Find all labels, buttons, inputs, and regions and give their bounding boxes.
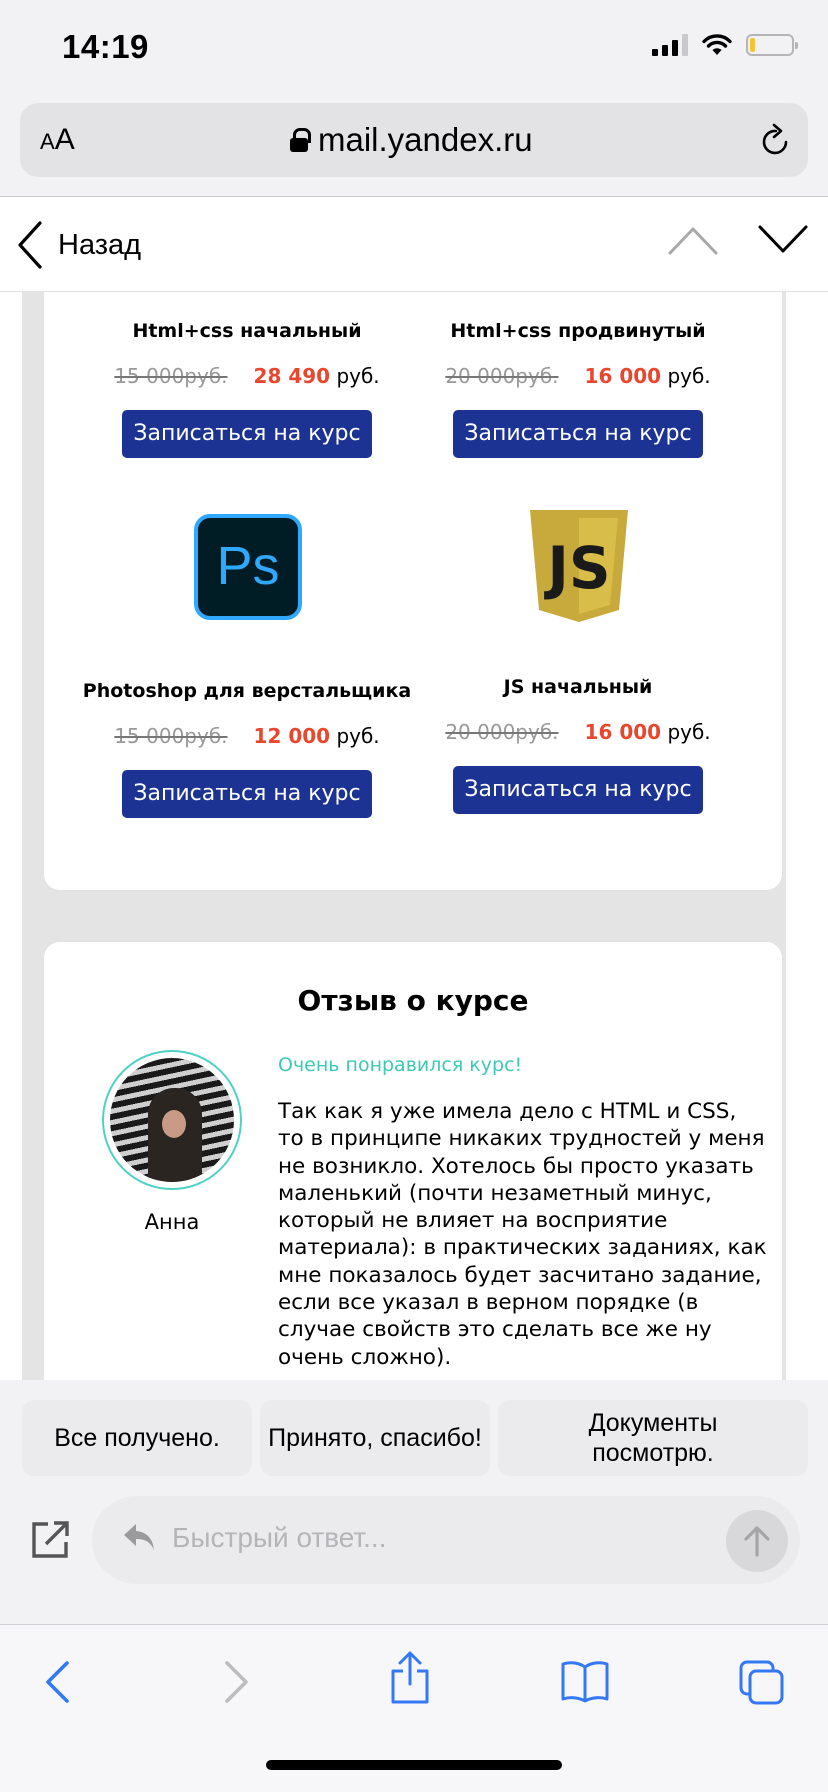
- avatar: [102, 1050, 242, 1190]
- chevron-left-icon: [18, 221, 42, 269]
- review-card: Отзыв о курсе Анна Очень понравился курс…: [44, 942, 782, 1380]
- courses-card: Html+css начальный 15 000руб. 28 490 руб…: [44, 292, 782, 890]
- currency: руб.: [336, 724, 380, 748]
- course-item: JS начальный 20 000руб. 16 000 руб. Запи…: [413, 676, 743, 814]
- url-text: mail.yandex.ru: [318, 121, 533, 158]
- price-row: 15 000руб. 12 000 руб.: [82, 724, 412, 748]
- review-headline: Очень понравился курс!: [278, 1054, 523, 1076]
- browser-back-icon[interactable]: [42, 1659, 72, 1705]
- compose-row: Быстрый ответ...: [0, 1496, 828, 1586]
- bookmarks-icon[interactable]: [560, 1659, 610, 1703]
- course-title: Html+css начальный: [132, 320, 362, 342]
- browser-forward-icon[interactable]: [222, 1659, 252, 1705]
- reply-arrow-icon: [124, 1524, 154, 1550]
- tabs-icon[interactable]: [738, 1659, 786, 1707]
- mail-navigation-bar: Назад: [0, 196, 828, 292]
- photoshop-icon: Ps: [194, 514, 302, 620]
- previous-message-chevron-up-icon[interactable]: [668, 225, 718, 255]
- lock-icon: [290, 128, 311, 152]
- quick-reply-button[interactable]: Документы посмотрю.: [498, 1400, 808, 1476]
- course-item: Html+css продвинутый 20 000руб. 16 000 р…: [413, 320, 743, 458]
- cellular-signal-icon: [652, 34, 688, 56]
- quick-reply-button[interactable]: Принято, спасибо!: [260, 1400, 490, 1476]
- currency: руб.: [336, 364, 380, 388]
- address-bar[interactable]: AA mail.yandex.ru: [20, 103, 808, 177]
- course-item: Photoshop для верстальщика 15 000руб. 12…: [82, 680, 412, 818]
- next-message-chevron-down-icon[interactable]: [758, 225, 808, 255]
- status-icons: [652, 34, 798, 56]
- price-row: 20 000руб. 16 000 руб.: [413, 720, 743, 744]
- reload-icon[interactable]: [760, 123, 792, 157]
- price-row: 20 000руб. 16 000 руб.: [413, 364, 743, 388]
- currency: руб.: [667, 720, 711, 744]
- compose-icon[interactable]: [30, 1520, 70, 1560]
- reviewer-name: Анна: [144, 1210, 200, 1234]
- quick-reply-button[interactable]: Все получено.: [22, 1400, 252, 1476]
- quick-reply-input[interactable]: Быстрый ответ...: [92, 1496, 800, 1584]
- javascript-icon-text: JS: [543, 534, 610, 602]
- enroll-button[interactable]: Записаться на курс: [453, 766, 703, 814]
- course-title: JS начальный: [503, 676, 653, 698]
- course-item: Html+css начальный 15 000руб. 28 490 руб…: [82, 320, 412, 458]
- send-button[interactable]: [726, 1510, 788, 1572]
- old-price: 15 000руб.: [114, 724, 228, 748]
- quick-replies: Все получено. Принято, спасибо! Документ…: [22, 1400, 808, 1476]
- home-indicator: [266, 1760, 562, 1770]
- back-label: Назад: [58, 228, 142, 261]
- url-display[interactable]: mail.yandex.ru: [290, 121, 533, 159]
- review-text: Так как я уже имела дело с HTML и CSS, т…: [278, 1099, 767, 1370]
- enroll-button[interactable]: Записаться на курс: [122, 770, 372, 818]
- reply-placeholder: Быстрый ответ...: [172, 1522, 387, 1553]
- arrow-up-icon: [744, 1526, 770, 1557]
- price-row: 15 000руб. 28 490 руб.: [82, 364, 412, 388]
- text-size-button[interactable]: AA: [40, 123, 75, 157]
- new-price: 28 490: [253, 364, 331, 388]
- text-size-small-glyph: A: [40, 129, 55, 154]
- enroll-button[interactable]: Записаться на курс: [453, 410, 703, 458]
- course-title: Photoshop для верстальщика: [82, 680, 412, 702]
- battery-icon: [746, 34, 798, 56]
- email-body: Html+css начальный 15 000руб. 28 490 руб…: [0, 292, 828, 1380]
- enroll-button[interactable]: Записаться на курс: [122, 410, 372, 458]
- new-price: 16 000: [584, 364, 662, 388]
- wifi-icon: [702, 34, 732, 55]
- course-title: Html+css продвинутый: [450, 320, 706, 342]
- avatar-photo: [110, 1058, 234, 1182]
- javascript-icon: JS: [530, 510, 628, 622]
- old-price: 20 000руб.: [445, 364, 559, 388]
- currency: руб.: [667, 364, 711, 388]
- back-button[interactable]: Назад: [16, 221, 141, 269]
- status-time: 14:19: [62, 28, 149, 65]
- new-price: 12 000: [253, 724, 331, 748]
- review-title: Отзыв о курсе: [297, 984, 529, 1017]
- status-bar: 14:19: [0, 0, 828, 100]
- old-price: 15 000руб.: [114, 364, 228, 388]
- avatar-face: [162, 1110, 186, 1138]
- text-size-large-glyph: A: [54, 123, 75, 156]
- old-price: 20 000руб.: [445, 720, 559, 744]
- new-price: 16 000: [584, 720, 662, 744]
- share-icon[interactable]: [388, 1651, 432, 1705]
